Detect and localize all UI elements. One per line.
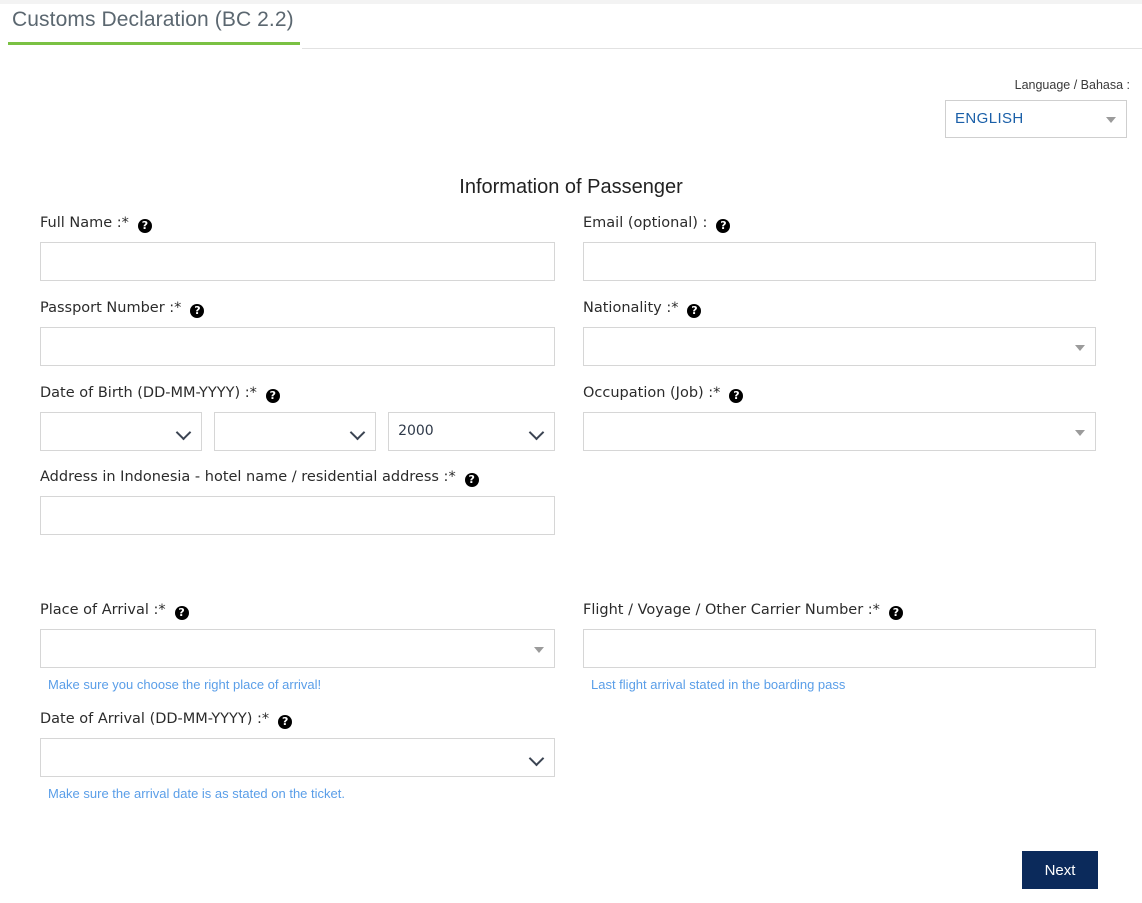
caret-down-icon (1075, 344, 1085, 351)
field-passport-number: Passport Number :*? (40, 300, 555, 366)
nationality-label: Nationality :*? (583, 300, 1096, 318)
field-date-of-birth: Date of Birth (DD-MM-YYYY) :*? 2000 (40, 385, 555, 451)
field-occupation: Occupation (Job) :*? (583, 385, 1096, 451)
chevron-down-icon (175, 424, 192, 440)
address-label: Address in Indonesia - hotel name / resi… (40, 469, 555, 487)
date-of-birth-label: Date of Birth (DD-MM-YYYY) :*? (40, 385, 555, 403)
date-of-arrival-label: Date of Arrival (DD-MM-YYYY) :*? (40, 711, 555, 729)
help-icon[interactable]: ? (265, 389, 280, 403)
date-of-birth-row: 2000 (40, 412, 555, 451)
language-label: Language / Bahasa : (1014, 78, 1130, 92)
nationality-select[interactable] (583, 327, 1096, 366)
help-icon[interactable]: ? (729, 389, 744, 403)
date-of-birth-day-select[interactable] (40, 412, 203, 451)
tab-customs-declaration[interactable]: Customs Declaration (BC 2.2) (8, 8, 300, 45)
date-of-birth-year-select[interactable]: 2000 (388, 412, 555, 451)
language-select-value: ENGLISH (955, 110, 1024, 127)
full-name-label: Full Name :*? (40, 215, 555, 233)
passport-number-input[interactable] (40, 327, 555, 366)
full-name-input[interactable] (40, 242, 555, 281)
place-of-arrival-select[interactable] (40, 629, 555, 668)
field-place-of-arrival: Place of Arrival :*? Make sure you choos… (40, 602, 555, 692)
page-title: Customs Declaration (BC 2.2) (12, 8, 294, 31)
place-of-arrival-label: Place of Arrival :*? (40, 602, 555, 620)
field-flight-number: Flight / Voyage / Other Carrier Number :… (583, 602, 1096, 692)
help-icon[interactable]: ? (137, 219, 152, 233)
flight-number-label: Flight / Voyage / Other Carrier Number :… (583, 602, 1096, 620)
chevron-down-icon (349, 424, 366, 440)
place-of-arrival-hint: Make sure you choose the right place of … (48, 677, 322, 692)
caret-down-icon (1075, 429, 1085, 436)
address-input[interactable] (40, 496, 555, 535)
date-of-arrival-hint: Make sure the arrival date is as stated … (48, 786, 345, 801)
occupation-select[interactable] (583, 412, 1096, 451)
occupation-label: Occupation (Job) :*? (583, 385, 1096, 403)
next-button[interactable]: Next (1022, 851, 1098, 889)
help-icon[interactable]: ? (687, 304, 702, 318)
section-heading: Information of Passenger (459, 176, 683, 198)
flight-number-input[interactable] (583, 629, 1096, 668)
date-of-birth-year-value: 2000 (398, 423, 434, 439)
help-icon[interactable]: ? (888, 606, 903, 620)
language-selector: Language / Bahasa : ENGLISH (945, 78, 1130, 138)
field-nationality: Nationality :*? (583, 300, 1096, 366)
field-full-name: Full Name :*? (40, 215, 555, 281)
caret-down-icon (534, 646, 544, 653)
email-label: Email (optional) :? (583, 215, 1096, 233)
field-address: Address in Indonesia - hotel name / resi… (40, 469, 555, 535)
chevron-down-icon (528, 750, 545, 766)
date-of-arrival-select[interactable] (40, 738, 555, 777)
flight-number-hint: Last flight arrival stated in the boardi… (591, 677, 846, 692)
help-icon[interactable]: ? (464, 473, 479, 487)
language-select[interactable]: ENGLISH (945, 100, 1127, 138)
chevron-down-icon (528, 424, 545, 440)
passport-number-label: Passport Number :*? (40, 300, 555, 318)
help-icon[interactable]: ? (278, 715, 293, 729)
tab-bar-rule (302, 48, 1142, 49)
caret-down-icon (1106, 117, 1116, 123)
field-date-of-arrival: Date of Arrival (DD-MM-YYYY) :*? Make su… (40, 711, 555, 801)
tab-bar: Customs Declaration (BC 2.2) (0, 4, 1142, 49)
help-icon[interactable]: ? (190, 304, 205, 318)
help-icon[interactable]: ? (174, 606, 189, 620)
date-of-birth-month-select[interactable] (214, 412, 377, 451)
field-email: Email (optional) :? (583, 215, 1096, 281)
help-icon[interactable]: ? (716, 219, 731, 233)
email-input[interactable] (583, 242, 1096, 281)
